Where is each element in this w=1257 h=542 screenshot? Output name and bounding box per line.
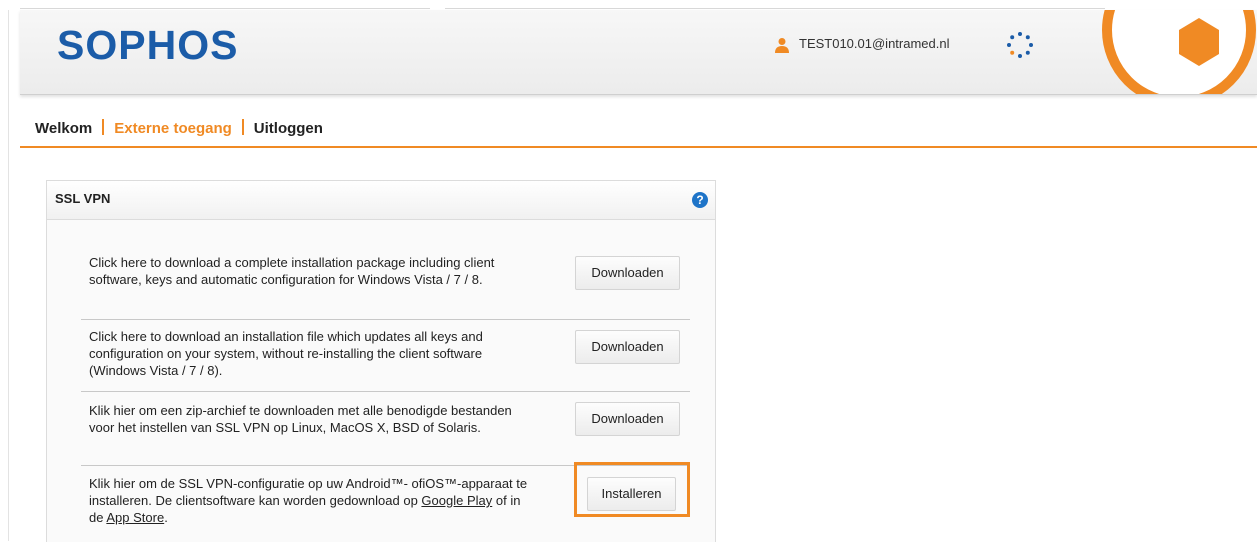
panel-header: SSL VPN ? bbox=[47, 181, 715, 220]
download-button[interactable]: Downloaden bbox=[575, 402, 680, 436]
help-icon[interactable]: ? bbox=[692, 192, 708, 208]
install-button-highlight bbox=[574, 462, 690, 517]
download-row-zip-archive: Klik hier om een zip-archief te download… bbox=[81, 392, 690, 466]
nav-separator bbox=[241, 119, 244, 135]
download-row-config-update: Click here to download an installation f… bbox=[81, 320, 690, 392]
download-button[interactable]: Downloaden bbox=[575, 330, 680, 364]
page-left-border bbox=[8, 10, 9, 541]
sophos-hexagon-badge bbox=[1102, 10, 1256, 94]
row-description: Klik hier om de SSL VPN-configuratie op … bbox=[89, 475, 529, 526]
top-edge-line-left bbox=[20, 8, 430, 9]
nav-welkom[interactable]: Welkom bbox=[35, 120, 92, 137]
loading-spinner-icon bbox=[1007, 32, 1033, 58]
user-email[interactable]: TEST010.01@intramed.nl bbox=[799, 36, 950, 51]
nav-underline bbox=[20, 146, 1257, 148]
app-store-link[interactable]: App Store bbox=[106, 510, 164, 525]
row-description: Klik hier om een zip-archief te download… bbox=[89, 403, 512, 435]
user-icon bbox=[775, 38, 789, 53]
row-description: Click here to download a complete instal… bbox=[89, 255, 495, 287]
nav-separator bbox=[102, 119, 105, 135]
top-edge-line-right bbox=[445, 8, 1105, 9]
nav-uitloggen[interactable]: Uitloggen bbox=[254, 120, 323, 137]
row-description: Click here to download an installation f… bbox=[89, 329, 483, 378]
download-button[interactable]: Downloaden bbox=[575, 256, 680, 290]
nav-externe-toegang[interactable]: Externe toegang bbox=[114, 120, 232, 137]
main-nav: Welkom Externe toegang Uitloggen bbox=[35, 119, 323, 137]
download-row-windows-package: Click here to download a complete instal… bbox=[81, 247, 690, 320]
top-edge bbox=[0, 0, 1257, 10]
panel-title: SSL VPN bbox=[55, 191, 111, 206]
app-header: SOPHOS TEST010.01@intramed.nl bbox=[20, 10, 1257, 95]
sophos-logo: SOPHOS bbox=[57, 22, 239, 68]
row-text-part: . bbox=[164, 510, 168, 525]
google-play-link[interactable]: Google Play bbox=[421, 493, 492, 508]
